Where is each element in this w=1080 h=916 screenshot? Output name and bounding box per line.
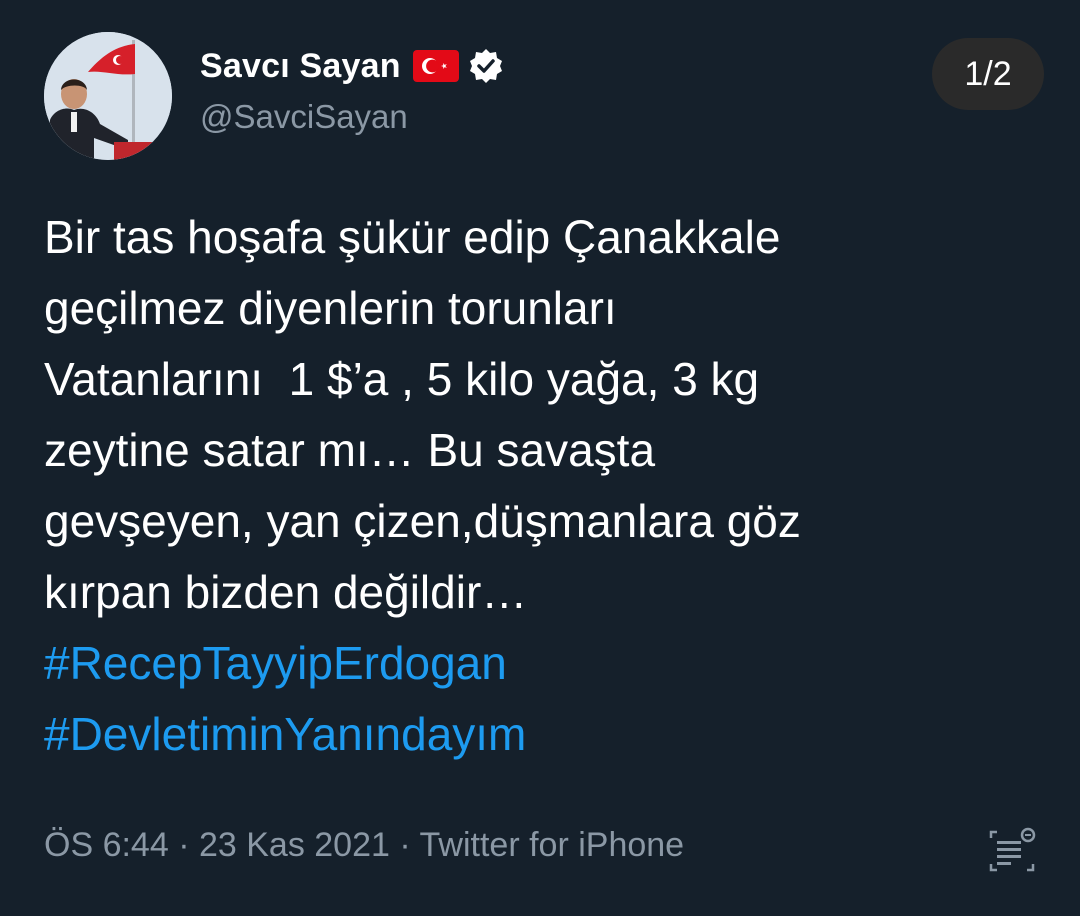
meta-separator: · xyxy=(168,826,199,864)
verified-badge-icon xyxy=(467,47,505,85)
tweet-meta: ÖS 6:44 · 23 Kas 2021 · Twitter for iPho… xyxy=(44,826,684,865)
tweet-text-line: zeytine satar mı… Bu savaşta xyxy=(44,424,656,476)
tweet-text-line: geçilmez diyenlerin torunları xyxy=(44,282,617,334)
tweet-text-line: Bir tas hoşafa şükür edip Çanakkale xyxy=(44,211,781,263)
tweet-source[interactable]: Twitter for iPhone xyxy=(420,826,685,864)
turkey-flag-icon xyxy=(412,50,459,82)
meta-separator: · xyxy=(389,826,420,864)
hashtag-link[interactable]: #RecepTayyipErdogan xyxy=(44,628,1044,699)
hashtag-link[interactable]: #DevletiminYanındayım xyxy=(44,699,1044,770)
tweet-date[interactable]: 23 Kas 2021 xyxy=(199,826,390,864)
avatar-image xyxy=(44,32,172,160)
image-pager-badge: 1/2 xyxy=(932,38,1044,110)
tweet-text-line: Vatanlarını 1 $’a , 5 kilo yağa, 3 kg xyxy=(44,353,760,405)
tweet-time[interactable]: ÖS 6:44 xyxy=(44,826,169,864)
author-handle[interactable]: @SavciSayan xyxy=(200,98,408,136)
text-scan-icon[interactable] xyxy=(985,824,1039,878)
tweet-screenshot: Savcı Sayan @SavciSayan 1/2 Bir tas hoşa… xyxy=(0,0,1080,916)
pager-label: 1/2 xyxy=(964,54,1012,93)
tweet-text: Bir tas hoşafa şükür edip Çanakkale geçi… xyxy=(44,202,1044,770)
author-name-row[interactable]: Savcı Sayan xyxy=(200,44,505,88)
author-display-name[interactable]: Savcı Sayan xyxy=(200,47,401,86)
tweet-text-line: gevşeyen, yan çizen,düşmanlara göz xyxy=(44,495,801,547)
profile-avatar[interactable] xyxy=(44,32,172,160)
tweet-text-line: kırpan bizden değildir… xyxy=(44,566,528,618)
